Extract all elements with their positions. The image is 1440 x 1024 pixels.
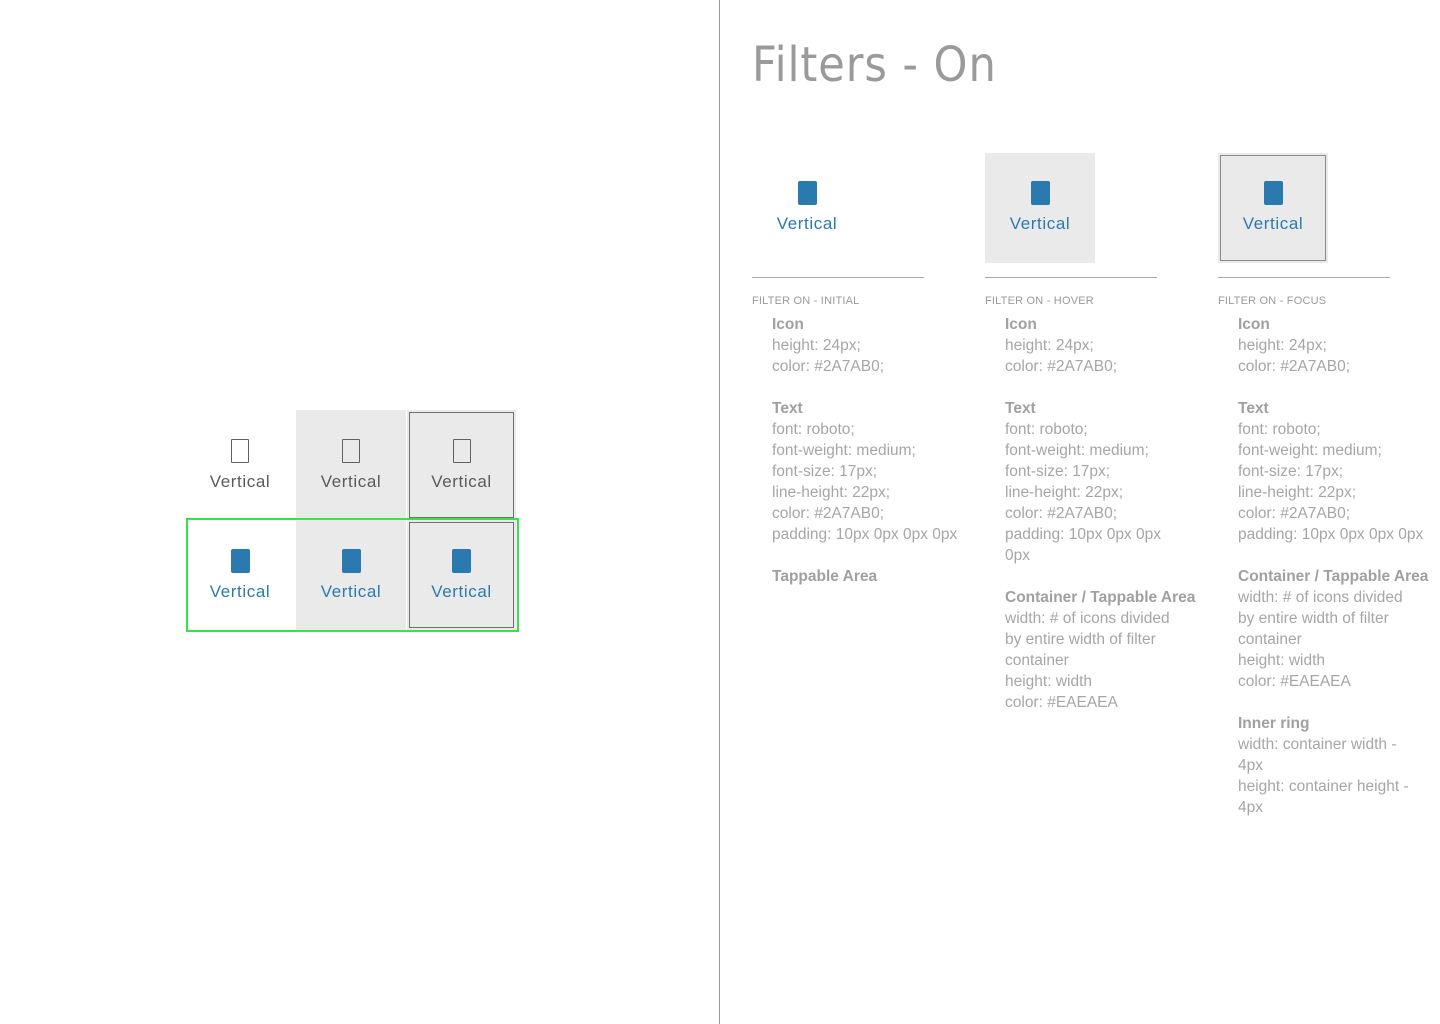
spec-section: Container / Tappable Area width: # of ico… [1238,566,1438,692]
spec-line: height: container height - [1238,778,1409,795]
spec-line: line-height: 22px; [1238,484,1357,501]
spec-section: Text font: roboto; font-weight: medium; fon… [772,398,972,545]
spec-line: line-height: 22px; [772,484,891,501]
spec-section: Text font: roboto; font-weight: medium; fon… [1005,398,1205,566]
spec-line: height: 24px; [1005,337,1094,354]
spec-section-heading: Tappable Area [772,568,878,585]
spec-notes-initial: Icon height: 24px; color: #2A7AB0; Text font… [772,314,972,608]
spec-section-heading: Text [1005,400,1036,417]
state-caption: FILTER ON - INITIAL [752,295,860,307]
spec-line: font-size: 17px; [1238,463,1344,480]
spec-section-heading: Text [1238,400,1269,417]
selection-highlight [186,518,519,632]
spec-line: 4px [1238,799,1263,816]
spec-line: color: #EAEAEA [1005,694,1118,711]
spec-section-heading: Icon [772,316,804,333]
spec-line: 4px [1238,757,1263,774]
spec-line: color: #2A7AB0; [772,505,885,522]
spec-tile-hover: Vertical [985,153,1095,263]
spec-tile-initial: Vertical [752,153,862,263]
spec-rule [985,277,1157,278]
filter-label: Vertical [1009,214,1071,233]
spec-line: color: #EAEAEA [1238,673,1351,690]
spec-line: padding: 10px 0px 0px [1005,526,1161,543]
spec-line: by entire width of filter [1005,631,1156,648]
spec-section: Icon height: 24px; color: #2A7AB0; [772,314,972,377]
spec-line: height: 24px; [1238,337,1327,354]
spec-line: padding: 10px 0px 0px 0px [1238,526,1424,543]
spec-rule [1218,277,1390,278]
page-title: Filters - On [752,37,997,93]
spec-line: color: #2A7AB0; [772,358,885,375]
spec-tile-focus: Vertical [1218,153,1328,263]
filter-label: Vertical [320,472,382,491]
vertical-filled-icon [1028,181,1052,205]
spec-line: padding: 10px 0px 0px 0px [772,526,958,543]
spec-line: font-size: 17px; [1005,463,1111,480]
spec-line: font-weight: medium; [772,442,916,459]
spec-line: color: #2A7AB0; [1238,505,1351,522]
state-caption: FILTER ON - HOVER [985,295,1094,307]
spec-section-heading: Container / Tappable Area [1238,568,1429,585]
filter-off-focus[interactable]: Vertical [407,410,516,520]
spec-line: container [1005,652,1069,669]
spec-line: height: width [1238,652,1326,669]
spec-section-heading: Inner ring [1238,715,1310,732]
spec-line: font-size: 17px; [772,463,878,480]
spec-line: font-weight: medium; [1238,442,1382,459]
spec-section: Container / Tappable Area width: # of ico… [1005,587,1205,713]
spec-line: width: # of icons divided [1005,610,1170,627]
filter-off-hover[interactable]: Vertical [296,410,406,520]
filter-label: Vertical [431,472,492,491]
spec-section-heading: Icon [1005,316,1037,333]
state-caption: FILTER ON - FOCUS [1218,295,1327,307]
spec-line: color: #2A7AB0; [1005,358,1118,375]
vertical-filled-icon [795,181,819,205]
filter-off-initial[interactable]: Vertical [185,410,295,520]
vertical-outline-icon [450,439,474,463]
filter-label: Vertical [776,214,838,233]
spec-section: Icon height: 24px; color: #2A7AB0; [1238,314,1438,377]
vertical-outline-icon [228,439,252,463]
panel-divider [719,0,720,1024]
spec-section: Icon height: 24px; color: #2A7AB0; [1005,314,1205,377]
spec-notes-hover: Icon height: 24px; color: #2A7AB0; Text font… [1005,314,1205,734]
spec-line: width: # of icons divided [1238,589,1403,606]
spec-section-heading: Text [772,400,803,417]
spec-section-heading: Icon [1238,316,1270,333]
spec-section: Text font: roboto; font-weight: medium; fon… [1238,398,1438,545]
spec-line: color: #2A7AB0; [1238,358,1351,375]
vertical-outline-icon [339,439,363,463]
spec-line: color: #2A7AB0; [1005,505,1118,522]
spec-line: height: 24px; [772,337,861,354]
spec-line: font-weight: medium; [1005,442,1149,459]
spec-line: line-height: 22px; [1005,484,1124,501]
spec-section-heading: Container / Tappable Area [1005,589,1196,606]
spec-section: Inner ring width: container width - 4px hei… [1238,713,1438,818]
spec-line: 0px [1005,547,1030,564]
spec-line: font: roboto; [1238,421,1321,438]
spec-notes-focus: Icon height: 24px; color: #2A7AB0; Text font… [1238,314,1438,839]
spec-line: font: roboto; [1005,421,1088,438]
spec-line: width: container width - [1238,736,1397,753]
spec-section: Tappable Area [772,566,972,587]
spec-line: font: roboto; [772,421,855,438]
spec-line: by entire width of filter [1238,610,1389,627]
spec-line: height: width [1005,673,1093,690]
vertical-filled-icon [1261,181,1285,205]
spec-line: container [1238,631,1302,648]
spec-rule [752,277,924,278]
filter-label: Vertical [209,472,271,491]
filter-label: Vertical [1242,214,1304,233]
